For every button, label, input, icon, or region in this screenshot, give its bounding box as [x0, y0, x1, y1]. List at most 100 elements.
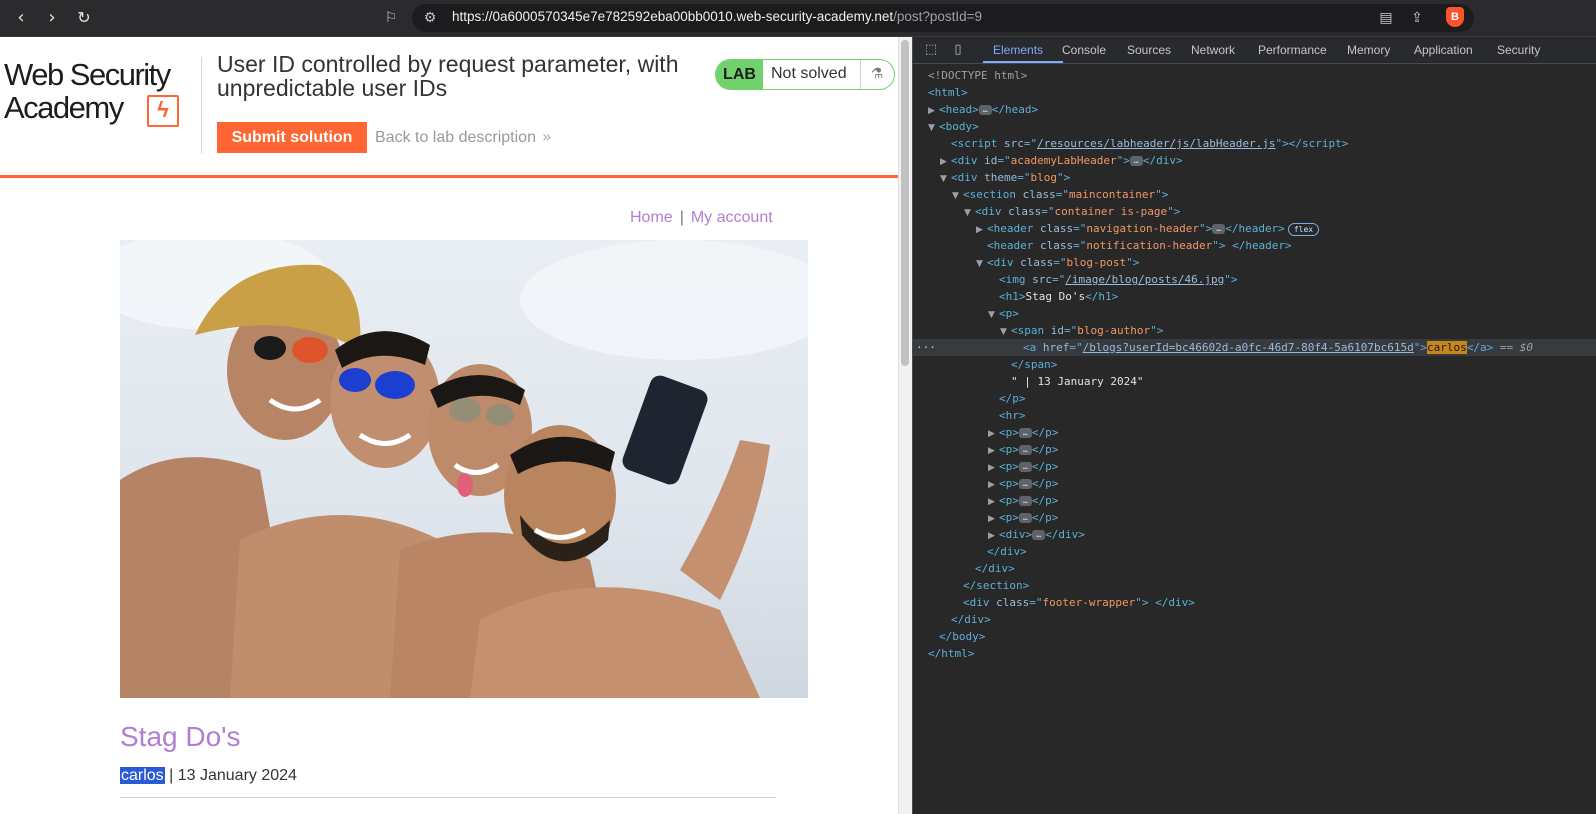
tab-security[interactable]: Security — [1497, 43, 1540, 57]
page-scrollbar-thumb[interactable] — [901, 40, 909, 366]
tab-application[interactable]: Application — [1414, 43, 1473, 57]
dom-node-span-close[interactable]: </span> — [913, 356, 1596, 373]
logo-line-1: Web Security — [4, 57, 171, 92]
dom-node-img[interactable]: <img src="/image/blog/posts/46.jpg"> — [913, 271, 1596, 288]
author-href-link[interactable]: /blogs?userId=bc46602d-a0fc-46d7-80f4-5a… — [1083, 341, 1414, 354]
h1-text: Stag Do's — [1025, 290, 1086, 303]
nav-home-link[interactable]: Home — [630, 209, 673, 226]
dom-node-html[interactable]: <html> — [913, 84, 1596, 101]
tab-sources[interactable]: Sources — [1127, 43, 1171, 57]
lightning-icon: ϟ — [147, 95, 179, 127]
selected-node-marker: == $0 — [1499, 341, 1534, 354]
share-icon[interactable]: ⇪ — [1407, 8, 1427, 28]
dom-node-footer[interactable]: <div class="footer-wrapper"> </div> — [913, 594, 1596, 611]
dom-node-h1[interactable]: <h1>Stag Do's</h1> — [913, 288, 1596, 305]
back-icon[interactable]: ‹ — [10, 7, 32, 29]
dom-node-doctype[interactable]: <!DOCTYPE html> — [913, 67, 1596, 84]
author-text-highlight: carlos — [1427, 341, 1467, 354]
dom-node-blog-post[interactable]: ▼ <div class="blog-post"> — [913, 254, 1596, 271]
post-title: Stag Do's — [120, 721, 241, 752]
selfie-photo-illustration — [120, 240, 808, 698]
bookmark-icon[interactable]: ⚐ — [381, 8, 401, 28]
dom-node-div-close[interactable]: </div> — [913, 543, 1596, 560]
body-tag: body — [945, 120, 973, 133]
ellipsis-icon[interactable]: … — [1018, 445, 1032, 455]
dom-node-section[interactable]: ▼ <section class="maincontainer"> — [913, 186, 1596, 203]
dom-node-date-text[interactable]: " | 13 January 2024" — [913, 373, 1596, 390]
dom-node-p-close[interactable]: </p> — [913, 390, 1596, 407]
tab-console[interactable]: Console — [1062, 43, 1106, 57]
flex-badge[interactable]: flex — [1287, 222, 1320, 236]
head-tag: head — [945, 103, 973, 116]
dom-node-container[interactable]: ▼ <div class="container is-page"> — [913, 203, 1596, 220]
dom-node-html-close[interactable]: </html> — [913, 645, 1596, 662]
ellipsis-icon[interactable]: … — [1018, 479, 1032, 489]
ellipsis-icon[interactable]: … — [1129, 156, 1143, 166]
url-host: https://0a6000570345e7e782592eba00bb0010… — [452, 9, 894, 24]
blog-author-link[interactable]: carlos — [120, 767, 165, 784]
divider — [201, 57, 202, 153]
ellipsis-icon[interactable]: … — [978, 105, 992, 115]
site-info-icon[interactable]: ⚙ — [420, 8, 440, 28]
dom-node-script[interactable]: <script src="/resources/labheader/js/lab… — [913, 135, 1596, 152]
ellipsis-icon[interactable]: … — [1212, 224, 1226, 234]
devtools-tab-bar: ⬚ ▯ Elements Console Sources Network Per… — [913, 37, 1596, 64]
dom-node-head[interactable]: ▶ <head>… </head> — [913, 101, 1596, 118]
dom-node-p-collapsed[interactable]: ▶ <p>… </p> — [913, 441, 1596, 458]
dom-node-p-collapsed[interactable]: ▶ <p>… </p> — [913, 492, 1596, 509]
dom-node-body-close[interactable]: </body> — [913, 628, 1596, 645]
attr-value: navigation-header — [1086, 222, 1199, 235]
dom-node-p-collapsed[interactable]: ▶ <p>… </p> — [913, 424, 1596, 441]
ellipsis-icon[interactable]: … — [1018, 513, 1032, 523]
dom-node-div-close[interactable]: </div> — [913, 560, 1596, 577]
url-text[interactable]: https://0a6000570345e7e782592eba00bb0010… — [452, 9, 982, 24]
dom-node-div-collapsed[interactable]: ▶ <div>… </div> — [913, 526, 1596, 543]
ellipsis-icon[interactable]: … — [1018, 496, 1032, 506]
attr-value: blog-post — [1066, 256, 1127, 269]
dom-node-p[interactable]: ▼ <p> — [913, 305, 1596, 322]
dom-node-span-author[interactable]: ▼ <span id="blog-author"> — [913, 322, 1596, 339]
script-src-link[interactable]: /resources/labheader/js/labHeader.js — [1037, 137, 1275, 150]
dom-node-p-collapsed[interactable]: ▶ <p>… </p> — [913, 458, 1596, 475]
browser-toolbar: ‹ › ↻ ⚐ ⚙ https://0a6000570345e7e782592e… — [0, 0, 1596, 37]
attr-value: blog — [1030, 171, 1058, 184]
logo-line-2: Academy — [4, 90, 124, 125]
ellipsis-icon[interactable]: … — [1032, 530, 1046, 540]
dom-node-lab-header[interactable]: ▶ <div id="academyLabHeader">… </div> — [913, 152, 1596, 169]
more-options-icon[interactable]: ··· — [916, 339, 936, 356]
brave-shield-icon[interactable]: B — [1446, 7, 1464, 27]
lab-header: Web Security Academy ϟ User ID controlle… — [0, 37, 898, 178]
attr-value: notification-header — [1086, 239, 1213, 252]
tab-elements[interactable]: Elements — [993, 43, 1043, 57]
nav-separator: | — [679, 209, 684, 226]
dom-node-notification-header[interactable]: <header class="notification-header"> </h… — [913, 237, 1596, 254]
site-navigation: Home | My account — [630, 209, 773, 227]
dom-node-body[interactable]: ▼ <body> — [913, 118, 1596, 135]
tab-memory[interactable]: Memory — [1347, 43, 1390, 57]
url-path: /post?postId=9 — [893, 9, 983, 24]
ellipsis-icon[interactable]: … — [1018, 428, 1032, 438]
forward-icon[interactable]: › — [41, 7, 63, 29]
dom-node-author-link-selected[interactable]: ··· <a href="/blogs?userId=bc46602d-a0fc-… — [913, 339, 1596, 356]
device-toolbar-icon[interactable]: ▯ — [949, 42, 967, 58]
reader-mode-icon[interactable]: ▤ — [1376, 8, 1396, 28]
ellipsis-icon[interactable]: … — [1018, 462, 1032, 472]
tab-network[interactable]: Network — [1191, 43, 1235, 57]
back-to-lab-description-link[interactable]: Back to lab description » — [375, 127, 552, 147]
web-security-academy-logo[interactable]: Web Security Academy ϟ — [4, 57, 200, 129]
dom-node-nav-header[interactable]: ▶ <header class="navigation-header">… </he… — [913, 220, 1596, 237]
nav-my-account-link[interactable]: My account — [691, 209, 773, 226]
reload-icon[interactable]: ↻ — [73, 7, 95, 29]
dom-node-theme[interactable]: ▼ <div theme="blog"> — [913, 169, 1596, 186]
head-close-tag: head — [1005, 103, 1032, 116]
dom-node-p-collapsed[interactable]: ▶ <p>… </p> — [913, 509, 1596, 526]
attr-value: academyLabHeader — [1010, 154, 1117, 167]
submit-solution-button[interactable]: Submit solution — [217, 122, 367, 153]
dom-node-hr[interactable]: <hr> — [913, 407, 1596, 424]
dom-node-p-collapsed[interactable]: ▶ <p>… </p> — [913, 475, 1596, 492]
inspect-element-icon[interactable]: ⬚ — [922, 42, 940, 58]
dom-node-section-close[interactable]: </section> — [913, 577, 1596, 594]
img-src-link[interactable]: /image/blog/posts/46.jpg — [1065, 273, 1224, 286]
tab-performance[interactable]: Performance — [1258, 43, 1327, 57]
dom-node-div-close[interactable]: </div> — [913, 611, 1596, 628]
